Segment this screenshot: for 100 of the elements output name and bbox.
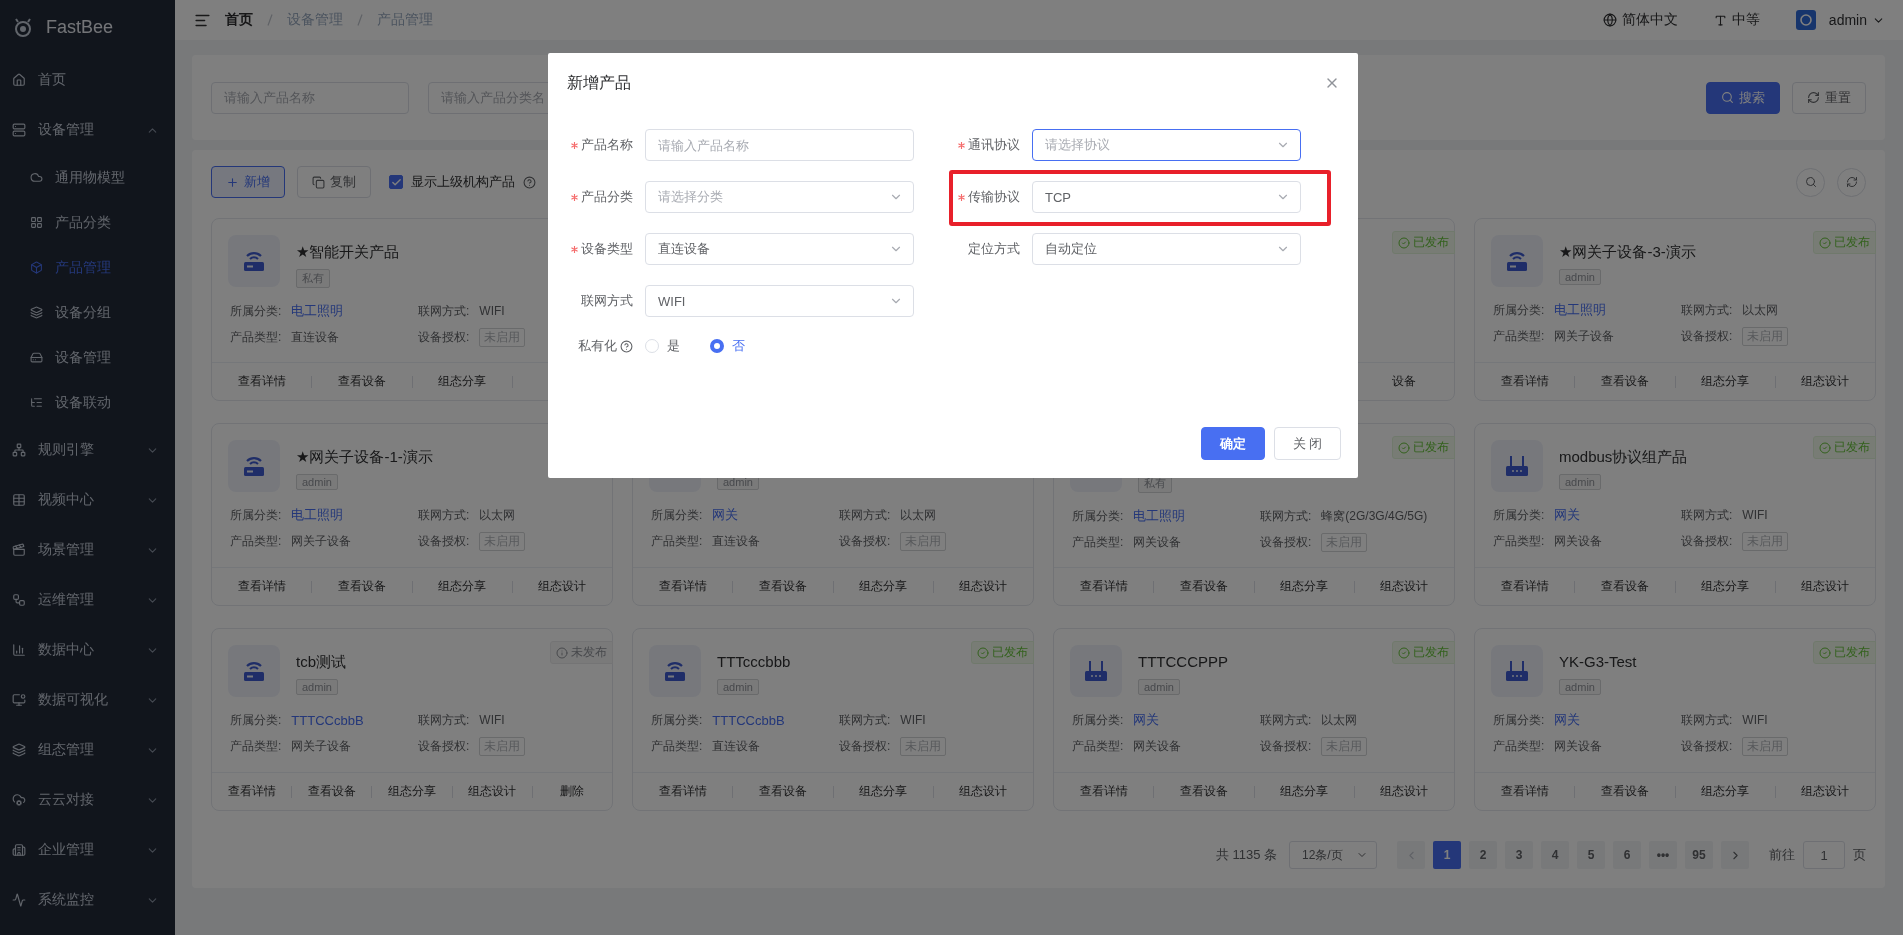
select-field[interactable]: 请选择协议 [1032, 129, 1301, 161]
card-action-link[interactable]: 查看详情 [658, 783, 707, 800]
category-link[interactable]: TTTCCcbbB [712, 712, 785, 728]
sidebar-item[interactable]: 云云对接 [0, 775, 175, 825]
card-action-link[interactable]: 组态设计 [1380, 783, 1429, 800]
card-action-link[interactable]: 查看设备 [337, 578, 386, 595]
card-action-link[interactable]: 查看设备 [758, 783, 807, 800]
card-action-link[interactable]: 删除 [560, 783, 585, 800]
card-action-link[interactable]: 查看设备 [1179, 578, 1228, 595]
sidebar-item[interactable]: 运维管理 [0, 575, 175, 625]
language-menu[interactable]: 简体中文 [1602, 11, 1678, 29]
card-action-link[interactable]: 查看设备 [1600, 783, 1649, 800]
card-action-link[interactable]: 查看详情 [658, 578, 707, 595]
card-action-link[interactable]: 查看详情 [1079, 578, 1128, 595]
card-action-link[interactable]: 组态分享 [388, 783, 436, 800]
card-action-link[interactable]: 查看详情 [1079, 783, 1128, 800]
select-field[interactable]: 请选择分类 [645, 181, 914, 213]
checkbox[interactable] [389, 175, 403, 189]
card-action-link[interactable]: 查看详情 [1500, 783, 1549, 800]
search-button[interactable]: 搜索 [1706, 81, 1780, 114]
card-action-link[interactable]: 组态分享 [1280, 783, 1329, 800]
category-link[interactable]: 电工照明 [1133, 507, 1186, 525]
card-action-link[interactable]: 组态分享 [1701, 373, 1750, 390]
card-action-link[interactable]: 查看详情 [227, 783, 276, 800]
text-input[interactable]: 请输入产品名称 [645, 129, 914, 161]
card-action-link[interactable]: 查看设备 [1600, 373, 1649, 390]
card-action-link[interactable]: 组态设计 [468, 783, 517, 800]
card-action-link[interactable]: 组态分享 [859, 783, 908, 800]
radio-button[interactable] [710, 339, 724, 353]
help-icon[interactable] [523, 175, 536, 189]
card-action-link[interactable]: 查看详情 [1500, 578, 1549, 595]
category-link[interactable]: 电工照明 [1554, 301, 1607, 319]
search-icon-button[interactable] [1796, 167, 1825, 197]
add-button[interactable]: 新增 [211, 166, 285, 198]
card-action-link[interactable]: 查看设备 [1179, 783, 1228, 800]
card-action-link[interactable]: 查看详情 [237, 373, 286, 390]
reset-button[interactable]: 重置 [1792, 81, 1866, 114]
sidebar-item[interactable]: 数据可视化 [0, 675, 175, 725]
sidebar-subitem[interactable]: 通用物模型 [0, 155, 175, 200]
card-action-link[interactable]: 查看详情 [1500, 373, 1549, 390]
breadcrumb-item[interactable]: 首页 [225, 11, 253, 29]
category-link[interactable]: 网关 [712, 506, 739, 524]
card-action-link[interactable]: 组态分享 [1701, 578, 1750, 595]
page-button[interactable]: 95 [1685, 841, 1713, 869]
sidebar-item[interactable]: 规则引擎 [0, 425, 175, 475]
sidebar-subitem[interactable]: 设备联动 [0, 380, 175, 425]
sidebar-item[interactable]: 设备管理 [0, 105, 175, 155]
select-field[interactable]: 直连设备 [645, 233, 914, 265]
sidebar-item[interactable]: 组态管理 [0, 725, 175, 775]
sidebar-item[interactable]: 视频中心 [0, 475, 175, 525]
category-link[interactable]: TTTCCcbbB [291, 712, 364, 728]
sidebar-subitem[interactable]: 设备分组 [0, 290, 175, 335]
card-action-link[interactable]: 查看设备 [307, 783, 356, 800]
sidebar-item[interactable]: 企业管理 [0, 825, 175, 875]
card-action-link[interactable]: 查看设备 [758, 578, 807, 595]
card-action-link[interactable]: 组态分享 [859, 578, 908, 595]
page-button[interactable]: 5 [1577, 841, 1605, 869]
card-action-link[interactable]: 组态设计 [1380, 578, 1429, 595]
card-action-link[interactable]: 组态设计 [1801, 783, 1850, 800]
card-action-link[interactable]: 组态设计 [538, 578, 587, 595]
card-action-link[interactable]: 查看设备 [1600, 578, 1649, 595]
sidebar-item[interactable]: 数据中心 [0, 625, 175, 675]
refresh-button[interactable] [1837, 167, 1866, 197]
help-icon[interactable] [620, 339, 633, 353]
sidebar-subitem[interactable]: 产品分类 [0, 200, 175, 245]
select-field[interactable]: WIFI [645, 285, 914, 317]
sidebar-item[interactable]: 首页 [0, 55, 175, 105]
card-action-link[interactable]: 查看设备 [337, 373, 386, 390]
category-link[interactable]: 网关 [1133, 711, 1160, 729]
select-field[interactable]: 自动定位 [1032, 233, 1301, 265]
page-button[interactable]: ••• [1649, 841, 1677, 869]
card-action-link[interactable]: 组态分享 [1280, 578, 1329, 595]
card-action-link[interactable]: 组态设计 [959, 578, 1008, 595]
copy-button[interactable]: 复制 [297, 166, 371, 198]
close-button[interactable]: 关 闭 [1274, 427, 1341, 460]
card-action-link[interactable]: 设备 [1392, 373, 1417, 390]
card-action-link[interactable]: 组态分享 [1701, 783, 1750, 800]
card-action-link[interactable]: 组态设计 [1801, 578, 1850, 595]
page-size-dropdown[interactable]: 12条/页 [1289, 841, 1377, 869]
category-link[interactable]: 电工照明 [291, 506, 344, 524]
page-button[interactable]: 6 [1613, 841, 1641, 869]
page-button[interactable]: 2 [1469, 841, 1497, 869]
font-size-menu[interactable]: 中等 [1713, 11, 1760, 29]
sidebar-subitem[interactable]: 设备管理 [0, 335, 175, 380]
card-action-link[interactable]: 组态分享 [438, 578, 487, 595]
card-action-link[interactable]: 组态分享 [438, 373, 487, 390]
page-button[interactable]: 3 [1505, 841, 1533, 869]
card-action-link[interactable]: 查看详情 [237, 578, 286, 595]
page-button[interactable]: 1 [1433, 841, 1461, 869]
page-jump-input[interactable]: 1 [1803, 841, 1845, 869]
select-field[interactable]: TCP [1032, 181, 1301, 213]
category-link[interactable]: 电工照明 [291, 302, 344, 320]
page-button[interactable]: 4 [1541, 841, 1569, 869]
category-link[interactable]: 网关 [1554, 711, 1581, 729]
confirm-button[interactable]: 确定 [1201, 427, 1265, 460]
sidebar-item[interactable]: 场景管理 [0, 525, 175, 575]
sidebar-item[interactable]: 系统监控 [0, 875, 175, 925]
card-action-link[interactable]: 组态设计 [1801, 373, 1850, 390]
user-menu[interactable]: admin [1795, 10, 1885, 30]
category-link[interactable]: 网关 [1554, 506, 1581, 524]
